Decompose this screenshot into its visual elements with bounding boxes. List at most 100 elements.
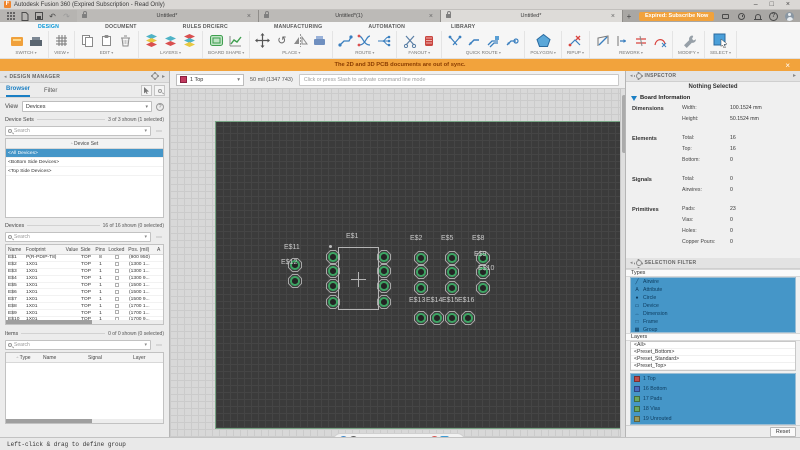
document-tab[interactable]: Untitled* × bbox=[77, 10, 259, 22]
layer-filter-row[interactable]: 16 Bottom bbox=[631, 384, 795, 394]
tab-browser[interactable]: Browser bbox=[6, 86, 30, 97]
route-differential-icon[interactable] bbox=[357, 33, 372, 48]
selection-filter-gear-icon[interactable] bbox=[636, 260, 642, 266]
pad[interactable] bbox=[445, 311, 459, 325]
select-mode-icon[interactable] bbox=[141, 85, 152, 96]
col-value[interactable]: Value bbox=[64, 245, 79, 254]
devices-search-input[interactable] bbox=[14, 234, 142, 240]
pcb-editor-canvas[interactable]: 1 Top ▾ 50 mil (1347 743) E$11E$12E$1E$2… bbox=[170, 71, 625, 437]
menu-item[interactable]: RULES DRC/ERC bbox=[183, 24, 228, 30]
redo-icon[interactable]: ↷ bbox=[62, 12, 71, 21]
menu-item[interactable]: MANUFACTURING bbox=[274, 24, 322, 30]
pad[interactable] bbox=[476, 281, 490, 295]
grid-view-icon[interactable] bbox=[54, 33, 69, 48]
polygon-icon[interactable] bbox=[536, 33, 551, 48]
new-tab-button[interactable]: + bbox=[623, 10, 635, 22]
rework-meander-icon[interactable] bbox=[633, 33, 648, 48]
warning-close-icon[interactable]: × bbox=[785, 61, 790, 70]
info-icon[interactable]: i bbox=[339, 436, 348, 437]
view-next-icon[interactable]: ↷ bbox=[369, 436, 378, 437]
items-menu-icon[interactable]: ⋯ bbox=[154, 342, 164, 349]
device-set-row[interactable]: <All Devices> bbox=[6, 149, 163, 158]
devices-searchbox[interactable]: ▾ bbox=[5, 232, 151, 242]
route-bus-icon[interactable] bbox=[376, 33, 391, 48]
tab-filter[interactable]: Filter bbox=[44, 88, 57, 97]
app-grid-icon[interactable] bbox=[6, 12, 15, 21]
tab-close-icon[interactable]: × bbox=[427, 13, 435, 20]
menu-item[interactable]: LIBRARY bbox=[451, 24, 475, 30]
component-label[interactable]: E$14 bbox=[426, 297, 442, 304]
rework-arc-icon[interactable] bbox=[652, 33, 667, 48]
notifications-icon[interactable] bbox=[753, 12, 762, 21]
type-filter-row[interactable]: ▭Device bbox=[631, 302, 795, 310]
layer-preset-row[interactable]: <All> bbox=[631, 342, 795, 349]
zoom-out-icon[interactable]: − bbox=[379, 436, 388, 437]
route-manual-icon[interactable] bbox=[338, 33, 353, 48]
component-label[interactable]: E$11 bbox=[284, 244, 300, 251]
layer-settings-icon[interactable] bbox=[163, 33, 178, 48]
col-side[interactable]: Side bbox=[79, 245, 94, 254]
devices-hscrollbar[interactable] bbox=[6, 320, 163, 324]
locked-checkbox[interactable] bbox=[115, 255, 119, 259]
layer-filter-row[interactable]: 19 Unrouted bbox=[631, 414, 795, 424]
minimize-icon[interactable]: – bbox=[754, 0, 758, 9]
pad[interactable] bbox=[430, 311, 444, 325]
view-previous-icon[interactable]: ↶ bbox=[359, 436, 368, 437]
document-tab[interactable]: Untitled* × bbox=[441, 10, 623, 22]
board-shape-chart-icon[interactable] bbox=[228, 33, 243, 48]
quick-route-multi-icon[interactable] bbox=[485, 33, 500, 48]
type-filter-row[interactable]: ▦Group bbox=[631, 326, 795, 333]
board-information-toggle[interactable]: Board Information bbox=[626, 93, 800, 104]
pad[interactable] bbox=[377, 250, 391, 264]
layer-filter-row[interactable]: 17 Pads bbox=[631, 394, 795, 404]
select-tool-icon[interactable] bbox=[713, 33, 728, 48]
view-select[interactable]: Devices▾ bbox=[22, 101, 152, 112]
pad[interactable] bbox=[377, 264, 391, 278]
undo-icon[interactable]: ↶ bbox=[48, 12, 57, 21]
chevron-down-icon[interactable]: ▾ bbox=[144, 128, 148, 134]
fanout-spool-icon[interactable] bbox=[421, 33, 436, 48]
component-label[interactable]: E$16 bbox=[458, 297, 474, 304]
component-label[interactable]: E$12 bbox=[281, 259, 297, 266]
select-mode-icon[interactable] bbox=[440, 436, 449, 437]
command-line-input[interactable] bbox=[299, 74, 619, 86]
pad[interactable] bbox=[414, 281, 428, 295]
quick-route-via-icon[interactable] bbox=[504, 33, 519, 48]
chevron-down-icon[interactable]: ▾ bbox=[144, 234, 148, 240]
reset-button[interactable]: Reset bbox=[770, 427, 796, 437]
layer-filter-row[interactable]: 1 Top bbox=[631, 374, 795, 384]
layer-preset-row[interactable]: <Preset_Bottom> bbox=[631, 349, 795, 356]
component-label[interactable]: E$2 bbox=[410, 235, 422, 242]
rework-trace-icon[interactable] bbox=[595, 33, 610, 48]
component-label[interactable]: E$1 bbox=[346, 233, 358, 240]
menu-item[interactable]: DESIGN bbox=[38, 24, 59, 30]
panel-gear-icon[interactable] bbox=[152, 73, 158, 79]
document-tab[interactable]: Untitled*(1) × bbox=[259, 10, 441, 22]
items-search-input[interactable] bbox=[14, 342, 142, 348]
copy-icon[interactable] bbox=[80, 33, 95, 48]
inspector-gear-icon[interactable] bbox=[636, 73, 642, 79]
pad[interactable] bbox=[445, 265, 459, 279]
type-filter-row[interactable]: AAttribute bbox=[631, 286, 795, 294]
user-avatar[interactable] bbox=[785, 12, 794, 21]
collapse-right-icon[interactable]: ◂ bbox=[630, 73, 633, 79]
pad[interactable] bbox=[414, 311, 428, 325]
col-footprint[interactable]: Footprint bbox=[24, 245, 64, 254]
layer-preset-row[interactable]: <Preset_Top> bbox=[631, 363, 795, 370]
pan-icon[interactable] bbox=[349, 436, 358, 437]
pad[interactable] bbox=[414, 251, 428, 265]
col-signal[interactable]: Signal bbox=[86, 353, 131, 362]
add-icon[interactable]: + bbox=[420, 436, 429, 437]
save-icon[interactable] bbox=[34, 12, 43, 21]
device-sets-searchbox[interactable]: ▾ bbox=[5, 126, 151, 136]
rework-push-icon[interactable] bbox=[614, 33, 629, 48]
device-set-column-header[interactable]: ^ Device Set bbox=[69, 139, 100, 148]
col-pins[interactable]: Pins bbox=[93, 245, 106, 254]
locked-checkbox[interactable] bbox=[115, 262, 119, 266]
locked-checkbox[interactable] bbox=[115, 290, 119, 294]
quick-route-corner-icon[interactable] bbox=[466, 33, 481, 48]
pad[interactable] bbox=[445, 251, 459, 265]
rotate-icon[interactable]: ↺ bbox=[274, 33, 289, 48]
grid-settings-icon[interactable] bbox=[410, 436, 419, 437]
component-label[interactable]: E$15 bbox=[442, 297, 458, 304]
